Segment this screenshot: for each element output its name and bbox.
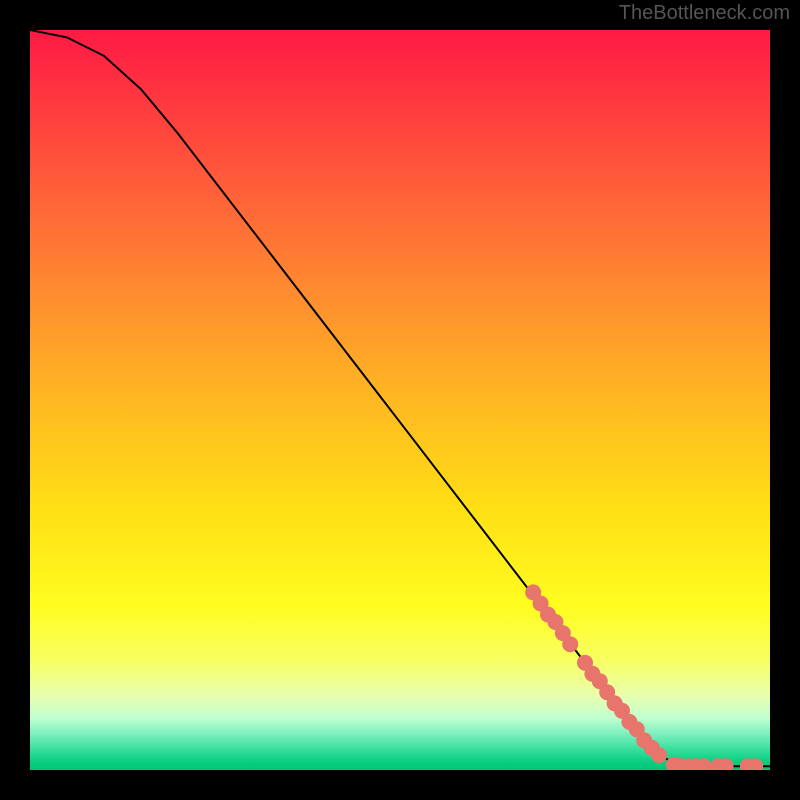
chart-svg (30, 30, 770, 770)
data-marker (562, 636, 578, 652)
bottleneck-curve-line (30, 30, 770, 766)
data-markers (525, 584, 763, 770)
data-marker (651, 747, 667, 763)
chart-plot-area (30, 30, 770, 770)
watermark-text: TheBottleneck.com (619, 2, 790, 25)
